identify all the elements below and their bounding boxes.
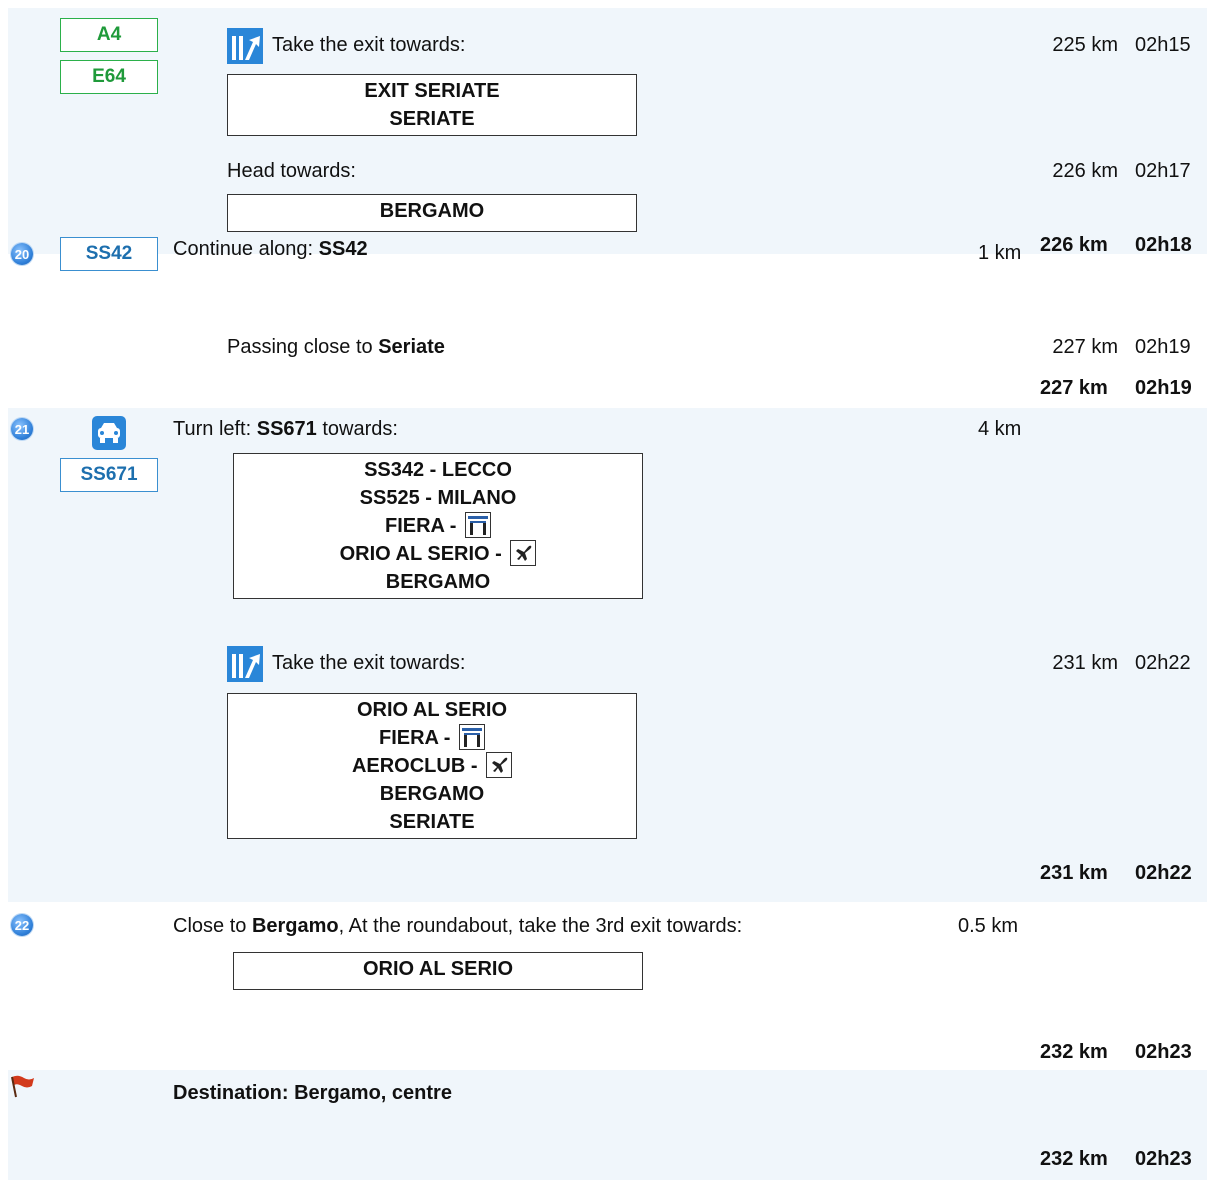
step-21-instruction: Turn left: SS671 towards: <box>173 418 398 441</box>
head-instruction: Head towards: <box>227 160 356 182</box>
exit-distance: 231 km <box>1052 652 1118 674</box>
step-20-distance: 226 km <box>1040 234 1108 256</box>
head-sign: BERGAMO <box>227 194 637 232</box>
direction-sign: SS342 - LECCO SS525 - MILANO FIERA - ORI… <box>233 453 643 599</box>
instruction-text: towards: <box>316 418 398 440</box>
step-20-instruction: Continue along: SS42 <box>173 238 368 261</box>
instruction-text: Close to <box>173 915 252 937</box>
airport-icon <box>486 752 513 778</box>
sign-line: BERGAMO <box>379 783 485 805</box>
step-21-leg-distance: 4 km <box>978 418 1022 440</box>
step-number-badge: 20 <box>11 243 33 265</box>
passing-instruction: Passing close to Seriate <box>227 336 445 359</box>
step-number-badge: 22 <box>11 914 33 936</box>
instruction-text: Turn left: <box>173 418 257 440</box>
exit-instruction: Take the exit towards: <box>272 652 466 674</box>
road-shield-ss42: SS42 <box>60 237 158 271</box>
car-icon <box>92 416 126 450</box>
passing-time: 02h19 <box>1135 336 1191 358</box>
sign-line: FIERA - <box>228 724 636 752</box>
exit-sign: ORIO AL SERIO FIERA - AEROCLUB - BERGAMO… <box>227 693 637 839</box>
destination-text: Destination: Bergamo, centre <box>173 1082 452 1104</box>
sign-line: FIERA - <box>234 512 642 540</box>
airport-icon <box>510 540 537 566</box>
exhibition-icon <box>465 512 492 538</box>
sign-line: BERGAMO <box>379 200 485 222</box>
sign-line: SERIATE <box>389 108 475 130</box>
passing-distance: 227 km <box>1052 336 1118 358</box>
step-number-badge: 21 <box>11 418 33 440</box>
step-20-total-time: 02h19 <box>1135 377 1192 399</box>
step-21-total-distance: 231 km <box>1040 862 1108 884</box>
instruction-text: , At the roundabout, take the 3rd exit t… <box>338 915 743 937</box>
step-22-total-distance: 232 km <box>1040 1041 1108 1063</box>
passing-place: Seriate <box>378 336 445 358</box>
sign-line: SERIATE <box>389 811 475 833</box>
exit-time: 02h22 <box>1135 652 1191 674</box>
exit-instruction: Take the exit towards: <box>272 34 466 56</box>
sign-line: EXIT SERIATE <box>364 80 500 102</box>
instruction-road: SS42 <box>318 238 368 260</box>
exit-sign: EXIT SERIATE SERIATE <box>227 74 637 136</box>
passing-text: Passing close to <box>227 336 379 358</box>
road-shield-a4: A4 <box>60 18 158 52</box>
instruction-text: Continue along: <box>173 238 319 260</box>
sign-line: AEROCLUB - <box>228 752 636 780</box>
sign-line: SS525 - MILANO <box>359 487 517 509</box>
step-20-total-distance: 227 km <box>1040 377 1108 399</box>
step-22-instruction: Close to Bergamo, At the roundabout, tak… <box>173 915 742 938</box>
motorway-exit-icon <box>227 646 263 682</box>
destination-total-time: 02h23 <box>1135 1148 1192 1170</box>
road-shield-ss671: SS671 <box>60 458 158 492</box>
head-time: 02h17 <box>1135 160 1191 182</box>
destination-total-distance: 232 km <box>1040 1148 1108 1170</box>
road-shield-e64: E64 <box>60 60 158 94</box>
step-22-total-time: 02h23 <box>1135 1041 1192 1063</box>
sign-line: ORIO AL SERIO <box>356 699 508 721</box>
instruction-place: Bergamo <box>251 915 339 937</box>
exit-distance: 225 km <box>1052 34 1118 56</box>
sign-line: SS342 - LECCO <box>364 459 512 481</box>
sign-line: BERGAMO <box>385 571 491 593</box>
step-20-time: 02h18 <box>1135 234 1192 256</box>
step-20-leg-distance: 1 km <box>978 242 1022 264</box>
step-22-leg-distance: 0.5 km <box>958 915 1019 937</box>
step-21-total-time: 02h22 <box>1135 862 1192 884</box>
exit-time: 02h15 <box>1135 34 1191 56</box>
exhibition-icon <box>459 724 486 750</box>
head-distance: 226 km <box>1052 160 1118 182</box>
roundabout-sign: ORIO AL SERIO <box>233 952 643 990</box>
instruction-road: SS671 <box>256 418 317 440</box>
motorway-exit-icon <box>227 28 263 64</box>
destination-flag-icon <box>11 1075 34 1098</box>
sign-line: ORIO AL SERIO <box>362 958 514 980</box>
sign-line: ORIO AL SERIO - <box>234 540 642 568</box>
